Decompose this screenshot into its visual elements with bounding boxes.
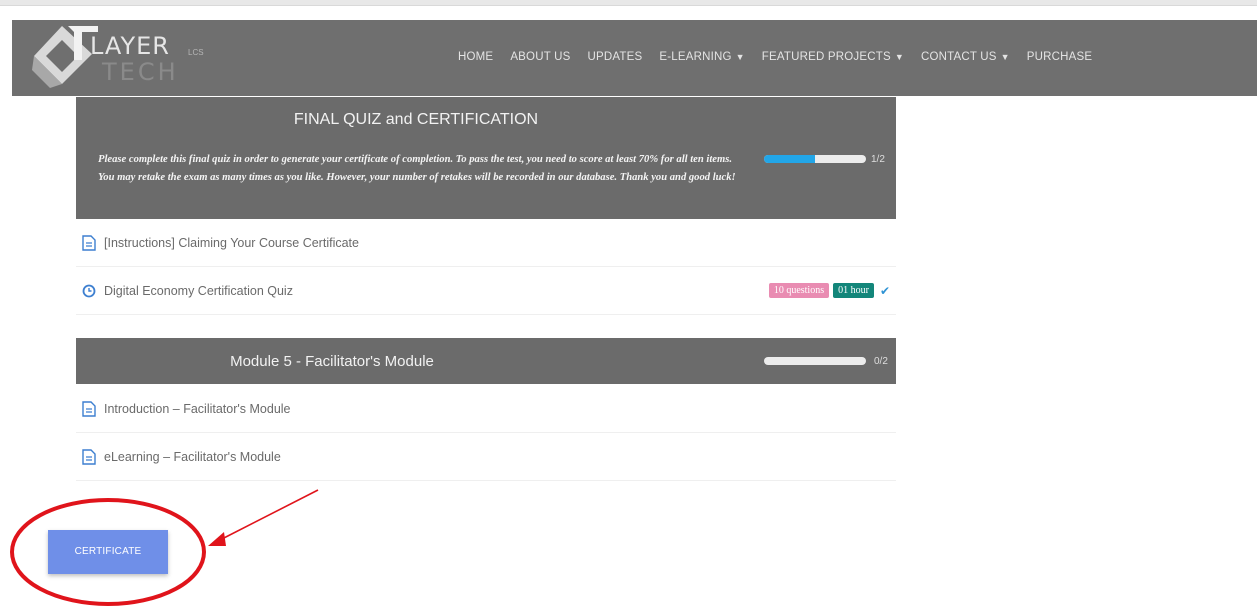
logo-subtext: LCS bbox=[188, 48, 204, 57]
section-title: FINAL QUIZ and CERTIFICATION bbox=[293, 111, 539, 128]
section-progress-bar bbox=[764, 155, 866, 163]
checkmark-icon: ✔ bbox=[879, 283, 890, 298]
nav-item-featured-projects[interactable]: FEATURED PROJECTS ▼ bbox=[762, 51, 904, 63]
nav-item-updates[interactable]: UPDATES bbox=[588, 51, 643, 63]
section-title: Module 5 - Facilitator's Module bbox=[230, 353, 434, 370]
nav-item-label: UPDATES bbox=[587, 51, 643, 63]
nav-item-contact-us[interactable]: CONTACT US ▼ bbox=[921, 51, 1010, 63]
nav-item-label: FEATURED PROJECTS bbox=[761, 51, 891, 63]
module-5-section-header[interactable]: Module 5 - Facilitator's Module 0/2 bbox=[76, 338, 896, 384]
document-icon bbox=[82, 449, 96, 465]
logo-mark-icon bbox=[32, 26, 98, 88]
duration-badge: 01 hour bbox=[833, 283, 874, 298]
quiz-badges: 10 questions 01 hour ✔ bbox=[768, 283, 890, 298]
questions-badge: 10 questions bbox=[768, 283, 830, 298]
section-progress-label: 0/2 bbox=[874, 356, 888, 367]
nav-menu: HOME ABOUT US UPDATES E-LEARNING ▼ FEATUR… bbox=[458, 51, 1109, 63]
nav-item-label: CONTACT US bbox=[920, 51, 997, 63]
caret-down-icon: ▼ bbox=[735, 52, 745, 62]
clock-icon bbox=[82, 284, 96, 298]
nav-item-label: HOME bbox=[458, 51, 494, 63]
nav-item-purchase[interactable]: PURCHASE bbox=[1027, 51, 1093, 63]
section-description: Please complete this final quiz in order… bbox=[98, 154, 736, 183]
section-progress-bar bbox=[764, 357, 866, 365]
nav-item-label: E-LEARNING bbox=[659, 51, 732, 63]
nav-item-label: ABOUT US bbox=[510, 51, 571, 63]
annotation-arrow-line bbox=[217, 489, 319, 542]
top-border bbox=[0, 0, 1257, 6]
document-icon bbox=[82, 235, 96, 251]
logo-text: LAYER bbox=[90, 32, 170, 60]
lesson-label: Digital Economy Certification Quiz bbox=[104, 284, 293, 298]
lesson-label: [Instructions] Claiming Your Course Cert… bbox=[104, 236, 359, 250]
document-icon bbox=[82, 401, 96, 417]
nav-item-label: PURCHASE bbox=[1026, 51, 1093, 63]
nav-item-e-learning[interactable]: E-LEARNING ▼ bbox=[659, 51, 744, 63]
nav-item-about-us[interactable]: ABOUT US bbox=[510, 51, 570, 63]
site-navbar: LAYER LCS TECH HOME ABOUT US UPDATES E-L… bbox=[12, 20, 1257, 96]
lesson-item[interactable]: [Instructions] Claiming Your Course Cert… bbox=[76, 220, 896, 267]
progress-fill bbox=[764, 155, 815, 163]
logo-text-secondary: TECH bbox=[102, 58, 179, 86]
lesson-item-quiz[interactable]: Digital Economy Certification Quiz 10 qu… bbox=[76, 268, 896, 315]
lesson-label: Introduction – Facilitator's Module bbox=[104, 402, 291, 416]
certificate-button[interactable]: CERTIFICATE bbox=[48, 530, 168, 574]
site-logo[interactable]: LAYER LCS TECH bbox=[32, 24, 204, 92]
lesson-label: eLearning – Facilitator's Module bbox=[104, 450, 281, 464]
caret-down-icon: ▼ bbox=[894, 52, 904, 62]
section-progress-label: 1/2 bbox=[871, 154, 885, 165]
final-quiz-section-header[interactable]: FINAL QUIZ and CERTIFICATION Please comp… bbox=[76, 97, 896, 219]
lesson-item[interactable]: Introduction – Facilitator's Module bbox=[76, 386, 896, 433]
annotation-arrow-head bbox=[208, 532, 226, 546]
caret-down-icon: ▼ bbox=[1000, 52, 1010, 62]
nav-item-home[interactable]: HOME bbox=[458, 51, 493, 63]
lesson-item[interactable]: eLearning – Facilitator's Module bbox=[76, 434, 896, 481]
